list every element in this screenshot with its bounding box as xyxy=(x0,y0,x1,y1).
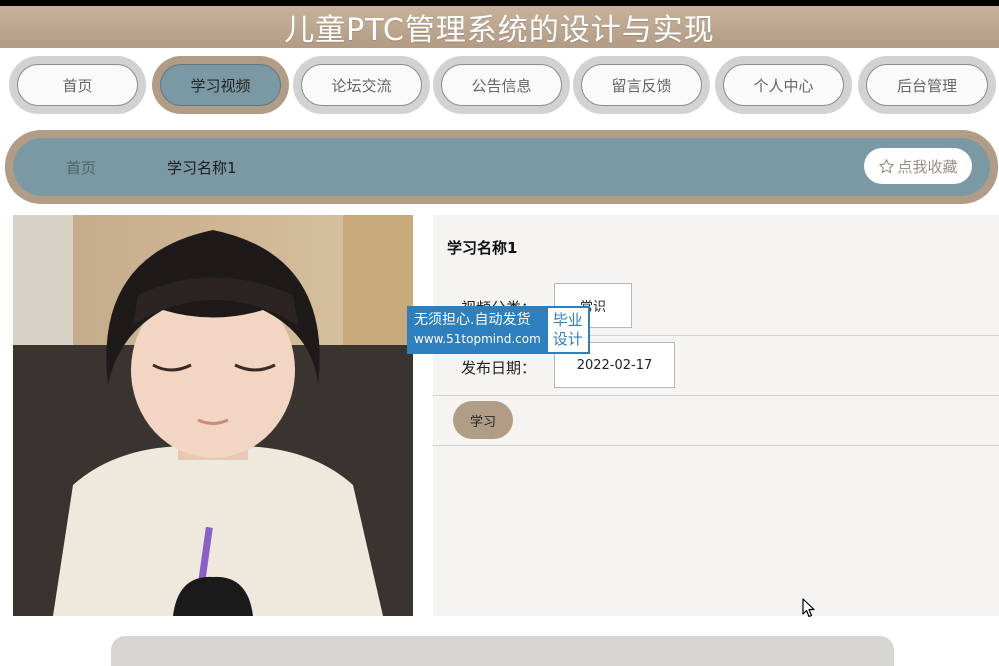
nav-item-label: 首页 xyxy=(17,64,138,106)
watermark-url: www.51topmind.com xyxy=(414,332,541,346)
nav-item-personal-center[interactable]: 个人中心 xyxy=(715,56,852,114)
nav-item-label: 个人中心 xyxy=(723,64,844,106)
video-title: 学习名称1 xyxy=(447,239,518,257)
nav-item-label: 后台管理 xyxy=(866,64,988,106)
breadcrumb-bar: 首页 学习名称1 点我收藏 xyxy=(5,130,998,204)
watermark-text: 无须担心.自动发货 www.51topmind.com xyxy=(408,307,547,353)
favorite-button[interactable]: 点我收藏 xyxy=(864,148,972,184)
nav-item-label: 公告信息 xyxy=(441,64,562,106)
star-outline-icon xyxy=(879,158,895,173)
watermark-badge-line1: 毕业 xyxy=(552,311,583,329)
nav-item-feedback[interactable]: 留言反馈 xyxy=(573,56,710,114)
breadcrumb-home-link[interactable]: 首页 xyxy=(66,157,96,178)
video-cover-image xyxy=(13,215,413,616)
breadcrumb: 首页 学习名称1 点我收藏 xyxy=(13,138,990,196)
site-title: 儿童PTC管理系统的设计与实现 xyxy=(284,13,715,48)
watermark-line1: 无须担心.自动发货 xyxy=(414,312,531,328)
site-header: 儿童PTC管理系统的设计与实现 xyxy=(0,6,999,48)
breadcrumb-current: 学习名称1 xyxy=(167,159,237,177)
action-row: 学习 xyxy=(433,396,999,446)
favorite-button-label: 点我收藏 xyxy=(897,157,958,176)
nav-item-label: 论坛交流 xyxy=(301,64,422,106)
nav-item-home[interactable]: 首页 xyxy=(9,56,146,114)
nav-item-label: 学习视频 xyxy=(160,64,281,106)
footer-section xyxy=(111,636,894,666)
watermark-overlay: 无须担心.自动发货 www.51topmind.com 毕业 设计 xyxy=(407,306,590,354)
nav-item-label: 留言反馈 xyxy=(581,64,702,106)
watermark-badge: 毕业 设计 xyxy=(547,308,588,352)
nav-item-forum[interactable]: 论坛交流 xyxy=(293,56,430,114)
main-nav: 首页 学习视频 论坛交流 公告信息 留言反馈 个人中心 后台管理 xyxy=(0,54,999,116)
nav-item-study-videos[interactable]: 学习视频 xyxy=(152,56,289,114)
publish-date-label: 发布日期： xyxy=(461,359,537,377)
study-button[interactable]: 学习 xyxy=(453,401,513,439)
video-detail-panel: 学习名称1 视频分类： 常识 发布日期： 2022-02-17 学习 xyxy=(433,215,999,616)
nav-item-admin[interactable]: 后台管理 xyxy=(858,56,996,114)
nav-item-announcements[interactable]: 公告信息 xyxy=(433,56,570,114)
watermark-badge-line2: 设计 xyxy=(552,330,583,348)
mouse-cursor-icon xyxy=(802,598,816,622)
